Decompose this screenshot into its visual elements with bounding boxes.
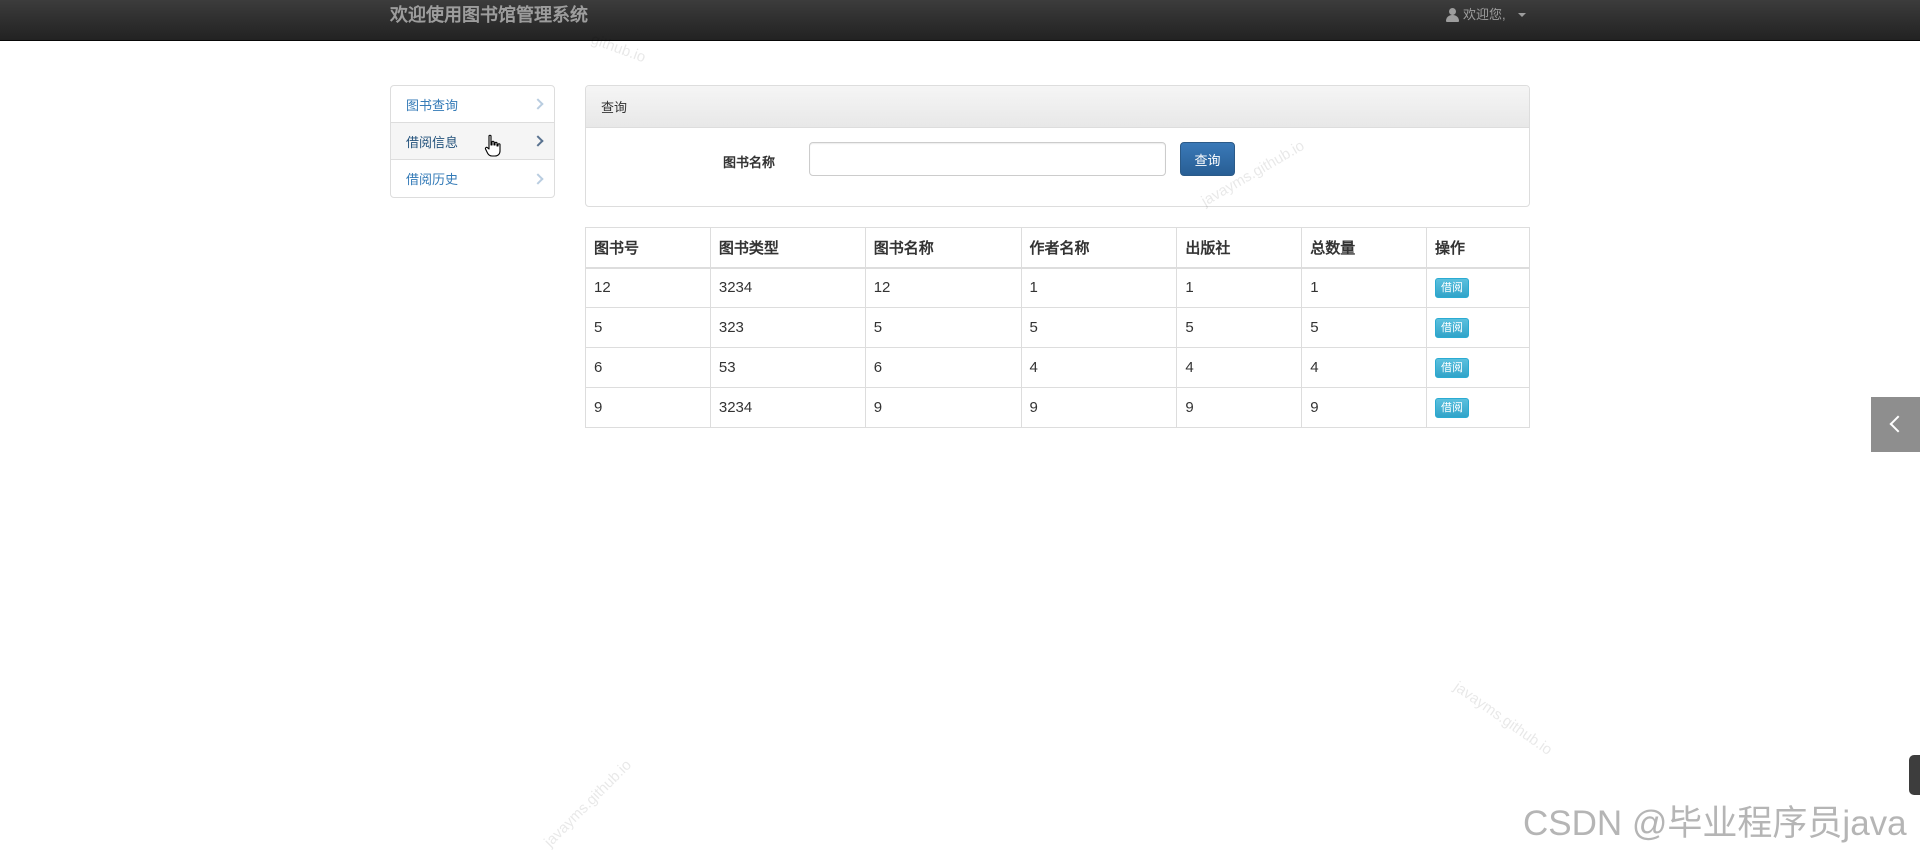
search-panel: 查询 图书名称 查询 bbox=[585, 85, 1530, 207]
sidebar-item-label: 图书查询 bbox=[406, 97, 459, 113]
chevron-right-icon bbox=[532, 172, 544, 185]
cell-publisher: 9 bbox=[1176, 387, 1303, 428]
cell-book-type: 53 bbox=[709, 347, 866, 388]
chevron-right-icon bbox=[532, 98, 544, 110]
cell-book-name: 5 bbox=[864, 307, 1022, 348]
side-panel-toggle[interactable] bbox=[1871, 397, 1920, 452]
cell-author: 1 bbox=[1020, 267, 1178, 308]
cell-total: 1 bbox=[1301, 267, 1428, 308]
sidebar-nav: 图书查询 借阅信息 借阅历史 bbox=[390, 85, 555, 198]
cell-total: 4 bbox=[1301, 347, 1428, 388]
cell-book-name: 12 bbox=[864, 267, 1022, 308]
cell-total: 9 bbox=[1301, 387, 1428, 428]
user-menu-dropdown[interactable]: 欢迎您, bbox=[1446, 5, 1526, 25]
sidebar-item-book-search[interactable]: 图书查询 bbox=[391, 86, 554, 123]
borrow-button[interactable]: 借阅 bbox=[1435, 357, 1470, 378]
column-header-author: 作者名称 bbox=[1020, 227, 1178, 269]
cell-book-name: 6 bbox=[864, 347, 1022, 388]
csdn-watermark: CSDN @毕业程序员java bbox=[1523, 804, 1907, 843]
cell-book-id: 6 bbox=[585, 347, 711, 388]
cell-book-id: 5 bbox=[585, 307, 711, 348]
watermark-text: javayms.github.io bbox=[1450, 678, 1556, 759]
book-name-input[interactable] bbox=[809, 142, 1166, 176]
cell-total: 5 bbox=[1301, 307, 1428, 348]
borrow-button[interactable]: 借阅 bbox=[1435, 317, 1470, 338]
table-row: 5 323 5 5 5 5 借阅 bbox=[585, 307, 1530, 348]
panel-heading: 查询 bbox=[586, 86, 1529, 128]
cell-publisher: 5 bbox=[1176, 307, 1303, 348]
cell-book-id: 12 bbox=[585, 267, 711, 308]
sidebar-item-label: 借阅历史 bbox=[406, 172, 459, 187]
cell-action: 借阅 bbox=[1426, 267, 1530, 308]
cell-author: 9 bbox=[1020, 387, 1178, 428]
table-row: 6 53 6 4 4 4 借阅 bbox=[585, 347, 1530, 388]
sidebar-item-borrow-history[interactable]: 借阅历史 bbox=[391, 160, 554, 197]
column-header-book-type: 图书类型 bbox=[709, 227, 866, 269]
borrow-button[interactable]: 借阅 bbox=[1435, 397, 1470, 418]
table-header-row: 图书号 图书类型 图书名称 作者名称 出版社 总数量 操作 bbox=[585, 227, 1530, 269]
cell-book-type: 3234 bbox=[709, 387, 866, 428]
top-navbar: 欢迎使用图书馆管理系统 欢迎您, bbox=[0, 0, 1920, 41]
hand-pointer-icon bbox=[484, 134, 501, 157]
column-header-total: 总数量 bbox=[1301, 227, 1428, 269]
cell-author: 5 bbox=[1020, 307, 1178, 348]
cell-action: 借阅 bbox=[1426, 347, 1530, 388]
cell-action: 借阅 bbox=[1426, 387, 1530, 428]
search-button[interactable]: 查询 bbox=[1180, 142, 1235, 176]
sidebar-item-borrow-info[interactable]: 借阅信息 bbox=[391, 123, 554, 160]
book-table: 图书号 图书类型 图书名称 作者名称 出版社 总数量 操作 12 3234 12… bbox=[585, 227, 1530, 428]
column-header-book-id: 图书号 bbox=[585, 227, 711, 269]
column-header-action: 操作 bbox=[1426, 227, 1530, 269]
cell-book-name: 9 bbox=[864, 387, 1022, 428]
app-title[interactable]: 欢迎使用图书馆管理系统 bbox=[390, 4, 588, 26]
book-name-label: 图书名称 bbox=[723, 155, 776, 170]
user-icon bbox=[1446, 8, 1459, 22]
caret-down-icon bbox=[1517, 13, 1526, 17]
user-greeting: 欢迎您, bbox=[1463, 7, 1506, 22]
borrow-button[interactable]: 借阅 bbox=[1435, 277, 1470, 298]
cell-book-type: 3234 bbox=[709, 267, 866, 308]
table-row: 12 3234 12 1 1 1 借阅 bbox=[585, 267, 1530, 308]
cell-book-type: 323 bbox=[709, 307, 866, 348]
cell-book-id: 9 bbox=[585, 387, 711, 428]
chevron-right-icon bbox=[532, 135, 544, 147]
sidebar-item-label: 借阅信息 bbox=[406, 134, 459, 150]
watermark-text: javayms.github.io bbox=[540, 756, 635, 851]
cell-action: 借阅 bbox=[1426, 307, 1530, 348]
cell-publisher: 1 bbox=[1176, 267, 1303, 308]
column-header-publisher: 出版社 bbox=[1176, 227, 1303, 269]
cell-author: 4 bbox=[1020, 347, 1178, 388]
table-row: 9 3234 9 9 9 9 借阅 bbox=[585, 387, 1530, 428]
corner-widget-tab[interactable] bbox=[1909, 755, 1920, 795]
cell-publisher: 4 bbox=[1176, 347, 1303, 388]
column-header-book-name: 图书名称 bbox=[864, 227, 1022, 269]
